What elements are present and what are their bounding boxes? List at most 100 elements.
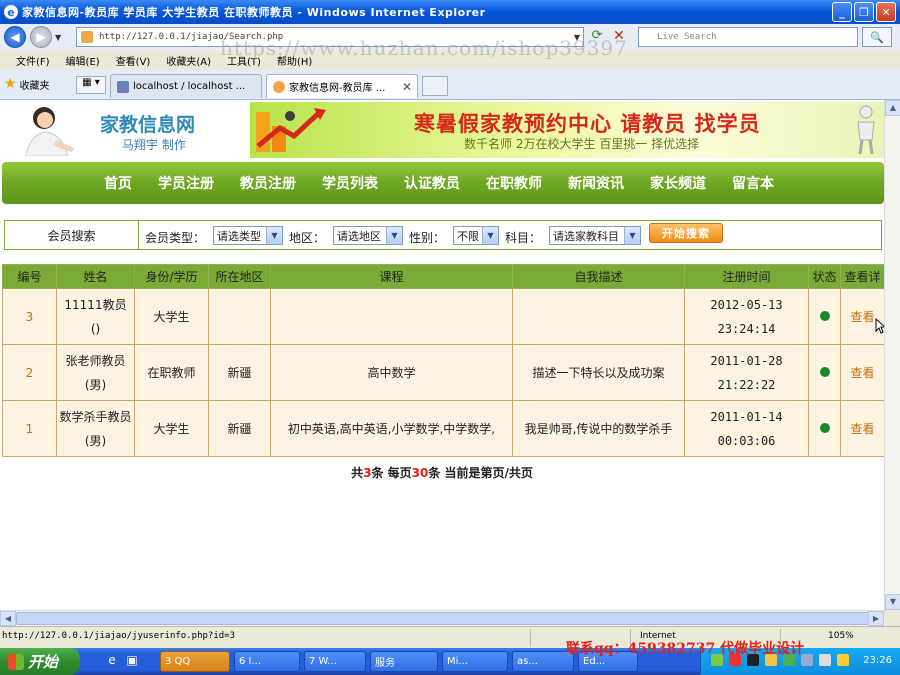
header-banner: 寒暑假家教预约中心 请教员 找学员 数千名师 2万在校大学生 百里挑一 择优选择: [250, 102, 884, 158]
nav-parents[interactable]: 家长频道: [650, 173, 706, 193]
cell-id: 2: [2, 344, 57, 401]
menu-bar: 文件(F) 编辑(E) 查看(V) 收藏夹(A) 工具(T) 帮助(H): [0, 50, 900, 70]
refresh-icon[interactable]: ⟳: [588, 28, 606, 46]
menu-edit[interactable]: 编辑(E): [66, 53, 100, 68]
member-type-value: 请选类型: [217, 229, 261, 243]
close-window-button[interactable]: ✕: [876, 2, 896, 22]
close-tab-icon[interactable]: ✕: [402, 80, 412, 94]
tab-jiajiao[interactable]: 家教信息网-教员库 ... ✕: [266, 74, 418, 98]
tab-bar: ★ 收藏夹 ▦ ▾ localhost / localhost ... 家教信息…: [0, 70, 900, 100]
nav-student-register[interactable]: 学员注册: [158, 173, 214, 193]
nav-guestbook[interactable]: 留言本: [732, 173, 774, 193]
col-status: 状态: [808, 264, 841, 289]
scroll-thumb[interactable]: [16, 612, 876, 625]
cell-identity: 大学生: [134, 288, 209, 345]
star-icon: ★: [4, 76, 17, 92]
view-link[interactable]: 查看: [840, 344, 884, 401]
table-row: 3 11111教员 () 大学生 2012-05-13 23:24:14 查看: [2, 288, 884, 345]
scroll-left-icon[interactable]: ◀: [0, 611, 16, 626]
tray-misc-icon[interactable]: [819, 654, 831, 666]
minimize-button[interactable]: _: [832, 2, 852, 22]
zoom-level[interactable]: 105%: [828, 631, 854, 641]
gender-select[interactable]: 不限 ▼: [453, 226, 499, 245]
live-search-input[interactable]: Live Search: [638, 27, 858, 47]
nav-certified-tutors[interactable]: 认证教员: [404, 173, 460, 193]
nav-news[interactable]: 新闻资讯: [568, 173, 624, 193]
history-dropdown-icon[interactable]: ▼: [55, 33, 61, 42]
col-area: 所在地区: [208, 264, 271, 289]
horizontal-scrollbar[interactable]: ◀ ▶: [0, 610, 884, 626]
subject-select[interactable]: 请选家教科目 ▼: [549, 226, 641, 245]
area-select[interactable]: 请选地区 ▼: [333, 226, 403, 245]
col-time: 注册时间: [684, 264, 809, 289]
nav-teachers[interactable]: 在职教师: [486, 173, 542, 193]
folder-quicklaunch-icon[interactable]: ▣: [124, 653, 140, 669]
maximize-button[interactable]: ❐: [854, 2, 874, 22]
cell-course: [270, 288, 513, 345]
scroll-up-icon[interactable]: ▲: [885, 100, 900, 116]
start-search-button[interactable]: 开始搜索: [649, 223, 723, 243]
view-link[interactable]: 查看: [840, 400, 884, 457]
cell-desc: [512, 288, 685, 345]
cell-name[interactable]: 数学杀手教员 (男): [56, 400, 135, 457]
taskbar-ie[interactable]: 6 I...: [234, 651, 300, 672]
nav-home[interactable]: 首页: [104, 173, 132, 193]
tray-warning-icon[interactable]: [837, 654, 849, 666]
search-button[interactable]: 🔍: [862, 27, 892, 47]
nav-student-list[interactable]: 学员列表: [322, 173, 378, 193]
menu-tools[interactable]: 工具(T): [227, 53, 261, 68]
banner-subtitle: 数千名师 2万在校大学生 百里挑一 择优选择: [464, 137, 700, 151]
person-icon: [857, 105, 875, 154]
new-tab-button[interactable]: [422, 76, 448, 96]
site-logo[interactable]: 家教信息网 马翔宇 制作: [4, 104, 244, 156]
cell-area: 新疆: [208, 400, 271, 457]
ie-logo-icon: e: [4, 5, 18, 19]
taskbar-mi[interactable]: Mi...: [442, 651, 508, 672]
vertical-scrollbar[interactable]: ▲ ▼: [884, 100, 900, 610]
back-button[interactable]: ◀: [4, 26, 26, 48]
col-desc: 自我描述: [512, 264, 685, 289]
menu-favorites[interactable]: 收藏夹(A): [166, 53, 211, 68]
address-bar[interactable]: http://127.0.0.1/jiajao/Search.php ▼: [76, 27, 584, 47]
start-button[interactable]: 开始: [0, 648, 80, 675]
subject-value: 请选家教科目: [553, 229, 619, 243]
address-url: http://127.0.0.1/jiajao/Search.php: [99, 32, 284, 42]
brand-name: 家教信息网: [100, 114, 196, 136]
status-url: http://127.0.0.1/jiajao/jyuserinfo.php?i…: [2, 631, 235, 641]
cell-time: 2012-05-13 23:24:14: [684, 288, 809, 345]
menu-help[interactable]: 帮助(H): [277, 53, 312, 68]
member-type-select[interactable]: 请选类型 ▼: [213, 226, 283, 245]
cell-id: 1: [2, 400, 57, 457]
window-title: 家教信息网-教员库 学员库 大学生教员 在职教师教员 - Windows Int…: [22, 6, 486, 19]
address-dropdown-icon[interactable]: ▼: [574, 33, 580, 42]
view-link[interactable]: 查看: [840, 288, 884, 345]
taskbar-as[interactable]: as...: [512, 651, 574, 672]
menu-view[interactable]: 查看(V): [116, 53, 151, 68]
menu-file[interactable]: 文件(F): [16, 53, 50, 68]
table-row: 2 张老师教员 (男) 在职教师 新疆 高中数学 描述一下特长以及成功案 2011…: [2, 344, 884, 401]
col-identity: 身份/学历: [134, 264, 209, 289]
subject-label: 科目：: [505, 231, 542, 245]
forward-button[interactable]: ▶: [30, 26, 52, 48]
tab-label: localhost / localhost ...: [133, 81, 246, 92]
stop-icon[interactable]: ✕: [610, 28, 628, 46]
nav-tutor-register[interactable]: 教员注册: [240, 173, 296, 193]
status-dot-icon: [819, 310, 830, 321]
scroll-down-icon[interactable]: ▼: [885, 594, 900, 610]
taskbar-services[interactable]: 服务: [370, 651, 438, 672]
chevron-down-icon: ▼: [266, 227, 282, 244]
main-nav: 首页 学员注册 教员注册 学员列表 认证教员 在职教师 新闻资讯 家长频道 留言…: [2, 162, 884, 204]
cell-status: [808, 288, 841, 345]
cell-name[interactable]: 张老师教员 (男): [56, 344, 135, 401]
type-label: 会员类型：: [145, 231, 206, 245]
scroll-right-icon[interactable]: ▶: [868, 611, 884, 626]
taskbar-windows[interactable]: 7 W...: [304, 651, 366, 672]
cell-name[interactable]: 11111教员 (): [56, 288, 135, 345]
tab-localhost[interactable]: localhost / localhost ...: [110, 74, 262, 98]
gender-text: (男): [84, 433, 107, 448]
windows-logo-icon: [8, 653, 24, 670]
taskbar-qq[interactable]: 3 QQ: [160, 651, 230, 672]
ie-quicklaunch-icon[interactable]: e: [104, 653, 120, 669]
quick-tabs-button[interactable]: ▦ ▾: [76, 76, 106, 94]
favorites-button[interactable]: ★ 收藏夹: [4, 76, 50, 92]
